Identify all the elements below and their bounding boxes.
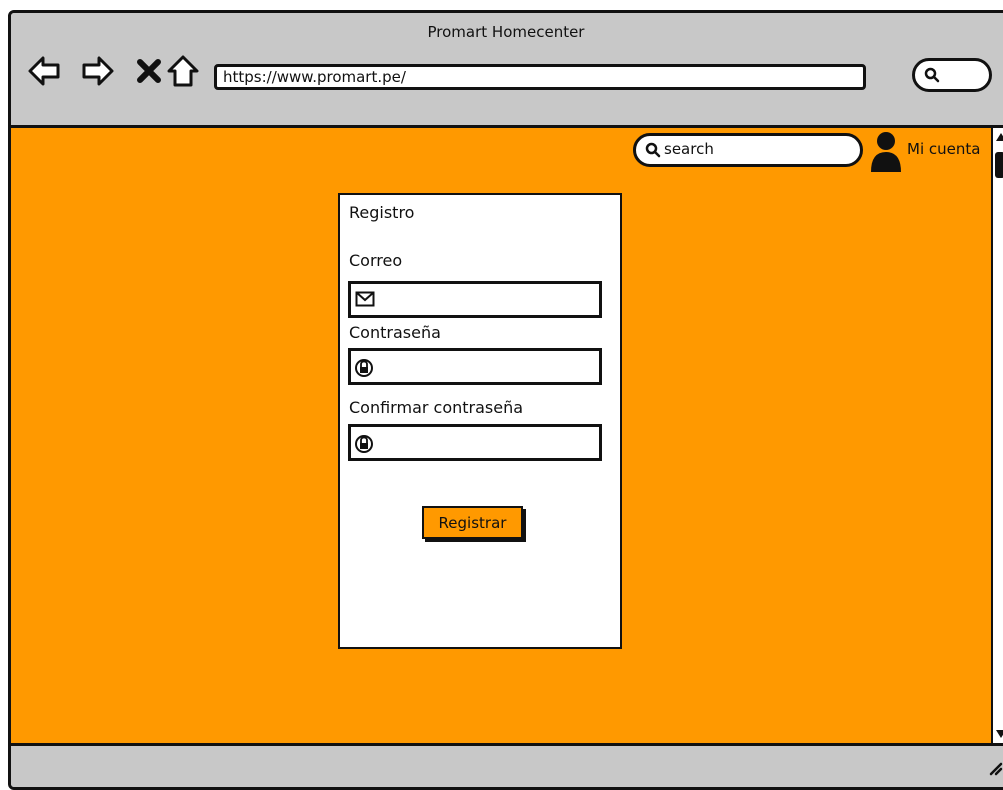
- home-icon[interactable]: [166, 54, 200, 88]
- search-icon: [645, 142, 661, 158]
- stop-close-icon[interactable]: [132, 54, 166, 88]
- registration-form: Registro Correo Contraseña Confirmar con…: [338, 193, 622, 649]
- scroll-down-arrow-icon[interactable]: [996, 730, 1003, 738]
- window-title: Promart Homecenter: [427, 23, 585, 41]
- page-content: Mi cuenta Registro Correo Contraseña: [11, 128, 991, 743]
- user-icon: [871, 132, 901, 172]
- register-button[interactable]: Registrar: [422, 506, 523, 539]
- envelope-icon: [355, 291, 375, 307]
- browser-window: Promart Homecenter https://www.promart.p…: [8, 10, 1003, 790]
- browser-toolbar: Promart Homecenter https://www.promart.p…: [11, 13, 1003, 128]
- email-field[interactable]: [348, 281, 602, 318]
- email-label: Correo: [349, 251, 403, 270]
- account-link[interactable]: Mi cuenta: [869, 130, 989, 174]
- site-search[interactable]: [633, 133, 863, 167]
- status-bar: [11, 743, 1003, 787]
- search-input[interactable]: [662, 139, 846, 159]
- lock-icon: [355, 435, 373, 453]
- confirm-password-field[interactable]: [348, 424, 602, 461]
- account-label: Mi cuenta: [907, 140, 981, 158]
- email-input[interactable]: [381, 288, 595, 308]
- toolbar-search-button[interactable]: [912, 58, 992, 92]
- scroll-up-arrow-icon[interactable]: [996, 133, 1003, 141]
- vertical-scrollbar[interactable]: [991, 128, 1003, 743]
- password-label: Contraseña: [349, 323, 441, 342]
- scroll-thumb[interactable]: [995, 152, 1003, 178]
- search-icon: [924, 67, 940, 83]
- password-field[interactable]: [348, 348, 602, 385]
- address-bar[interactable]: https://www.promart.pe/: [214, 64, 866, 90]
- form-heading: Registro: [349, 203, 415, 222]
- confirm-password-label: Confirmar contraseña: [349, 398, 524, 417]
- password-input[interactable]: [381, 355, 595, 375]
- forward-arrow-icon[interactable]: [81, 54, 115, 88]
- lock-icon: [355, 359, 373, 377]
- confirm-password-input[interactable]: [381, 431, 595, 451]
- back-arrow-icon[interactable]: [27, 54, 61, 88]
